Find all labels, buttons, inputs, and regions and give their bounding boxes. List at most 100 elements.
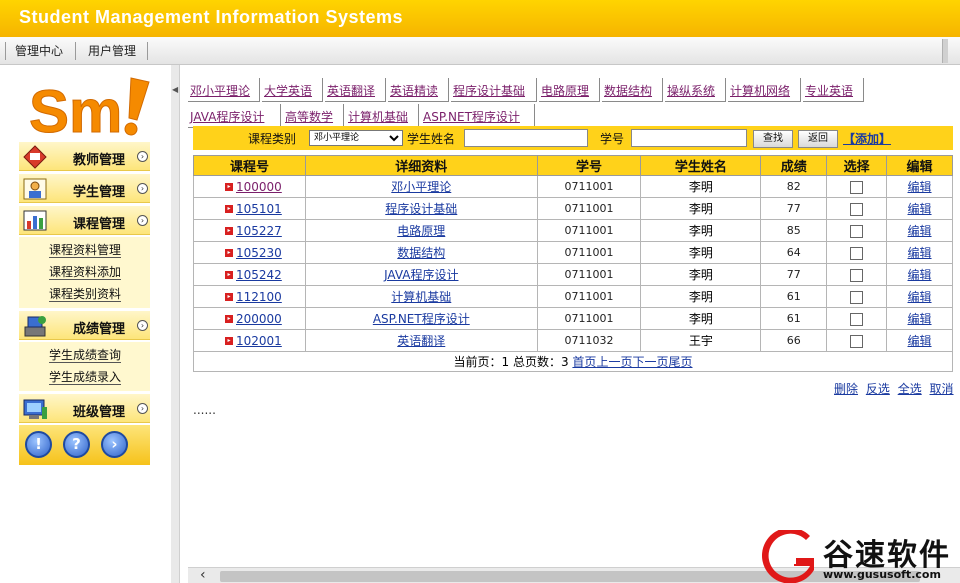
course-detail-link[interactable]: 数据结构 bbox=[397, 246, 445, 260]
gususoft-logo-icon bbox=[762, 530, 814, 583]
course-detail-link[interactable]: 程序设计基础 bbox=[385, 202, 457, 216]
category-select[interactable]: 邓小平理论 bbox=[309, 130, 403, 146]
submenu-course-data-add[interactable]: 课程资料添加 bbox=[49, 261, 150, 283]
course-tab[interactable]: 英语翻译 bbox=[325, 78, 386, 102]
row-checkbox[interactable] bbox=[850, 246, 864, 260]
row-checkbox[interactable] bbox=[850, 312, 864, 326]
watermark: 谷速软件 www.gususoft.com bbox=[760, 530, 960, 583]
sidebar-menu: 教师管理 › 学生管理 › 课程管理 › 课程资料管理 课程资料添加 课程类别资… bbox=[19, 141, 150, 465]
course-detail-link[interactable]: 计算机基础 bbox=[391, 290, 451, 304]
student-name-cell: 李明 bbox=[640, 263, 762, 286]
column-header: 详细资料 bbox=[304, 155, 538, 176]
nav-item-user-management[interactable]: 用户管理 bbox=[88, 37, 136, 65]
student-name-input[interactable] bbox=[464, 129, 588, 147]
course-code-link[interactable]: 105227 bbox=[236, 224, 282, 238]
course-tab[interactable]: 计算机基础 bbox=[346, 104, 419, 128]
course-tab[interactable]: 程序设计基础 bbox=[451, 78, 537, 102]
back-button[interactable]: 返回 bbox=[798, 130, 838, 148]
course-detail-link[interactable]: 电路原理 bbox=[397, 224, 445, 238]
teacher-icon bbox=[23, 145, 47, 169]
course-tab[interactable]: JAVA程序设计 bbox=[188, 104, 281, 128]
menu-course-management[interactable]: 课程管理 › bbox=[19, 205, 150, 235]
menu-grades-management[interactable]: 成绩管理 › bbox=[19, 310, 150, 340]
course-code-link[interactable]: 112100 bbox=[236, 290, 282, 304]
sidebar-splitter[interactable]: ◀ bbox=[171, 65, 180, 583]
forward-icon[interactable]: › bbox=[101, 431, 128, 458]
scroll-left-icon[interactable]: ‹ bbox=[200, 567, 206, 583]
cancel-link[interactable]: 取消 bbox=[930, 382, 954, 396]
course-tab[interactable]: 操纵系统 bbox=[665, 78, 726, 102]
pager-first-link[interactable]: 首页 bbox=[572, 355, 596, 369]
row-checkbox[interactable] bbox=[850, 202, 864, 216]
pager-next-link[interactable]: 下一页 bbox=[632, 355, 668, 369]
info-icon[interactable]: ! bbox=[25, 431, 52, 458]
collapse-arrow-icon[interactable]: ◀ bbox=[172, 85, 178, 94]
edit-cell: 编辑 bbox=[886, 219, 953, 242]
row-checkbox[interactable] bbox=[850, 334, 864, 348]
course-tab[interactable]: 数据结构 bbox=[602, 78, 663, 102]
edit-link[interactable]: 编辑 bbox=[908, 290, 932, 304]
course-code-link[interactable]: 105101 bbox=[236, 202, 282, 216]
course-code-link[interactable]: 105230 bbox=[236, 246, 282, 260]
edit-link[interactable]: 编辑 bbox=[908, 246, 932, 260]
student-id-cell: 0711001 bbox=[536, 263, 642, 286]
course-detail-link[interactable]: 邓小平理论 bbox=[391, 180, 451, 194]
course-submenu: 课程资料管理 课程资料添加 课程类别资料 bbox=[19, 237, 150, 308]
grades-icon bbox=[24, 316, 46, 337]
menu-teacher-management[interactable]: 教师管理 › bbox=[19, 141, 150, 171]
score-cell: 66 bbox=[760, 329, 828, 352]
select-all-link[interactable]: 全选 bbox=[898, 382, 922, 396]
select-cell bbox=[826, 219, 888, 242]
course-detail-link[interactable]: JAVA程序设计 bbox=[384, 268, 458, 282]
submenu-course-data-management[interactable]: 课程资料管理 bbox=[49, 239, 150, 261]
row-checkbox[interactable] bbox=[850, 268, 864, 282]
student-id-cell: 0711001 bbox=[536, 219, 642, 242]
course-code-link[interactable]: 100000 bbox=[236, 180, 282, 194]
pager-row: 当前页：1 总页数：3 首页上一页下一页尾页 bbox=[193, 351, 953, 372]
edit-link[interactable]: 编辑 bbox=[908, 334, 932, 348]
edit-link[interactable]: 编辑 bbox=[908, 224, 932, 238]
student-id-input[interactable] bbox=[631, 129, 747, 147]
course-tab[interactable]: 大学英语 bbox=[262, 78, 323, 102]
course-code-cell: ▸ 102001 bbox=[193, 329, 306, 352]
menu-class-management[interactable]: 班级管理 › bbox=[19, 393, 150, 423]
menu-student-management[interactable]: 学生管理 › bbox=[19, 173, 150, 203]
course-tab[interactable]: ASP.NET程序设计 bbox=[421, 104, 535, 128]
edit-link[interactable]: 编辑 bbox=[908, 268, 932, 282]
course-tab[interactable]: 电路原理 bbox=[539, 78, 600, 102]
submenu-course-category-data[interactable]: 课程类别资料 bbox=[49, 283, 150, 305]
edit-link[interactable]: 编辑 bbox=[908, 312, 932, 326]
pager-prev-link[interactable]: 上一页 bbox=[596, 355, 632, 369]
course-tab[interactable]: 英语精读 bbox=[388, 78, 449, 102]
table-row: ▸ 105230 数据结构 0711001 李明 64 编辑 bbox=[193, 241, 953, 264]
course-tab[interactable]: 计算机网络 bbox=[728, 78, 801, 102]
course-detail-link[interactable]: ASP.NET程序设计 bbox=[373, 312, 470, 326]
course-code-link[interactable]: 105242 bbox=[236, 268, 282, 282]
pager-last-link[interactable]: 尾页 bbox=[668, 355, 692, 369]
help-icon[interactable]: ? bbox=[63, 431, 90, 458]
nav-item-admin-center[interactable]: 管理中心 bbox=[15, 37, 63, 65]
delete-link[interactable]: 删除 bbox=[834, 382, 858, 396]
course-icon bbox=[23, 210, 47, 231]
row-checkbox[interactable] bbox=[850, 224, 864, 238]
course-detail-cell: 电路原理 bbox=[304, 219, 538, 242]
row-checkbox[interactable] bbox=[850, 180, 864, 194]
add-link[interactable]: 【添加】 bbox=[843, 130, 891, 147]
submenu-student-grades-query[interactable]: 学生成绩查询 bbox=[49, 344, 150, 366]
row-checkbox[interactable] bbox=[850, 290, 864, 304]
course-tab[interactable]: 邓小平理论 bbox=[188, 78, 260, 102]
submenu-label: 课程资料添加 bbox=[49, 265, 122, 280]
invert-selection-link[interactable]: 反选 bbox=[866, 382, 890, 396]
edit-link[interactable]: 编辑 bbox=[908, 180, 932, 194]
course-code-link[interactable]: 200000 bbox=[236, 312, 282, 326]
select-cell bbox=[826, 175, 888, 198]
course-detail-link[interactable]: 英语翻译 bbox=[397, 334, 445, 348]
edit-link[interactable]: 编辑 bbox=[908, 202, 932, 216]
course-code-cell: ▸ 112100 bbox=[193, 285, 306, 308]
search-button[interactable]: 查找 bbox=[753, 130, 793, 148]
course-code-link[interactable]: 102001 bbox=[236, 334, 282, 348]
grades-table: 课程号 详细资料 学号 学生姓名 成绩 选择 编辑 ▸ 100000 邓小平理论 … bbox=[193, 155, 953, 372]
course-tab[interactable]: 专业英语 bbox=[803, 78, 864, 102]
submenu-student-grades-entry[interactable]: 学生成绩录入 bbox=[49, 366, 150, 388]
course-tab[interactable]: 高等数学 bbox=[283, 104, 344, 128]
